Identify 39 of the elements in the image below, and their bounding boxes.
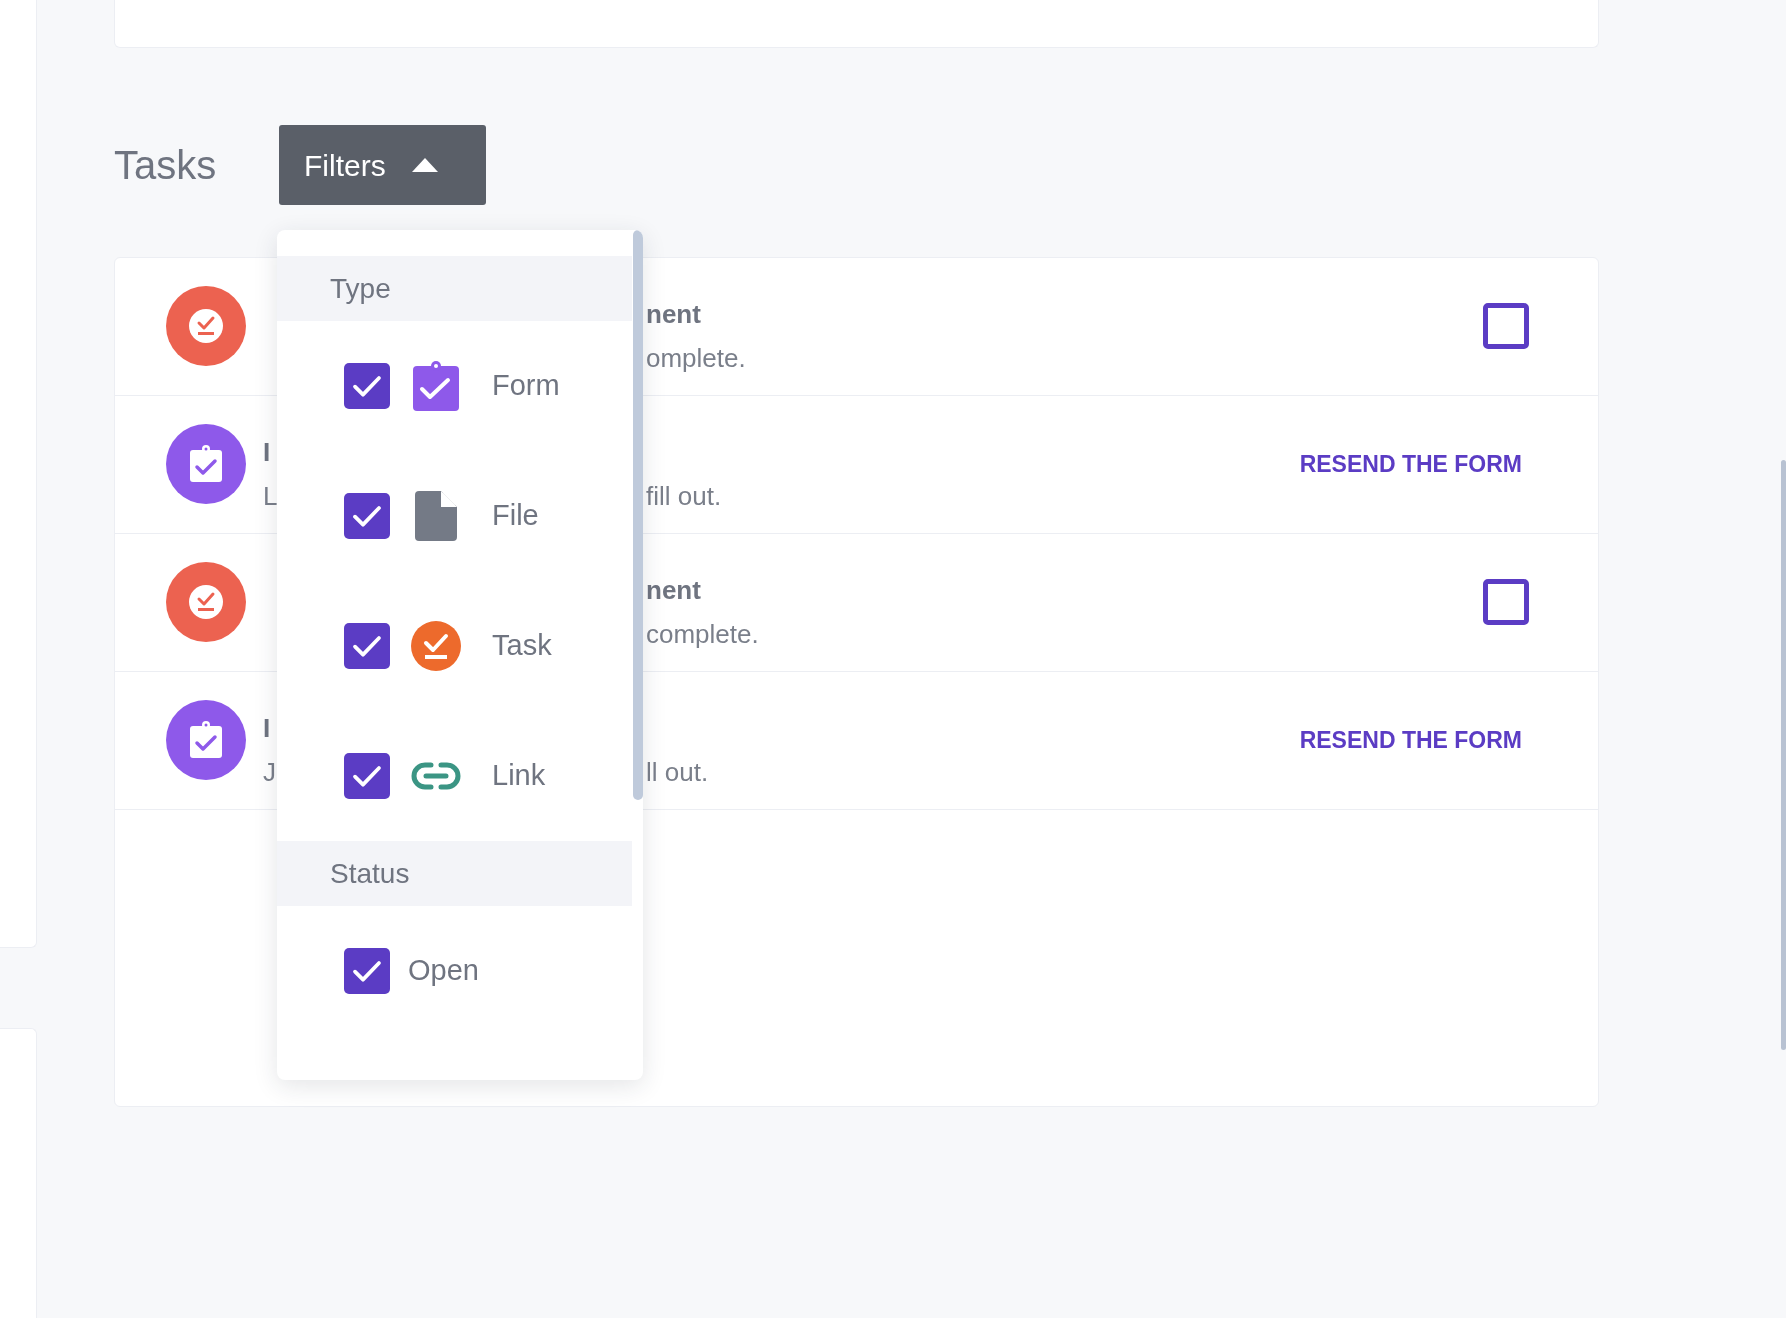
option-label[interactable]: File	[492, 494, 539, 538]
task-title: nent	[646, 574, 701, 607]
task-title: nent	[646, 298, 701, 331]
caret-icon	[411, 158, 438, 172]
check-circle-icon	[411, 621, 461, 671]
checkbox[interactable]	[344, 753, 390, 799]
resend-form-link[interactable]: RESEND THE FORM	[1299, 722, 1522, 758]
resend-form-link[interactable]: RESEND THE FORM	[1299, 446, 1522, 482]
section-header: Type	[277, 256, 632, 321]
checkbox[interactable]	[344, 623, 390, 669]
task-description: complete.	[646, 618, 759, 651]
checkbox[interactable]	[1483, 579, 1529, 625]
task-description: omplete.	[646, 342, 746, 375]
task-title: I	[263, 436, 271, 469]
checkbox[interactable]	[344, 493, 390, 539]
task-icon	[166, 562, 246, 642]
option-label[interactable]: Link	[492, 754, 546, 798]
scrollbar[interactable]	[1781, 460, 1786, 1050]
scrollbar[interactable]	[633, 230, 643, 800]
option-label[interactable]: Open	[408, 949, 479, 993]
option-label[interactable]: Form	[492, 364, 560, 408]
file-icon	[415, 491, 457, 541]
filters-button[interactable]: Filters	[279, 125, 486, 205]
task-description: L	[263, 480, 278, 513]
section-header: Status	[277, 841, 632, 906]
checkbox[interactable]	[344, 363, 390, 409]
task-description: J	[263, 756, 276, 789]
section-heading: Tasks	[114, 142, 218, 189]
task-description: fill out.	[646, 480, 722, 513]
checkbox[interactable]	[1483, 303, 1529, 349]
checkbox[interactable]	[344, 948, 390, 994]
form-icon	[166, 424, 246, 504]
form-icon	[166, 700, 246, 780]
option-label[interactable]: Task	[492, 624, 552, 668]
task-description: ll out.	[646, 756, 709, 789]
link-icon	[411, 762, 461, 790]
task-title: I	[263, 712, 271, 745]
task-icon	[166, 286, 246, 366]
clipboard-check-icon	[413, 361, 459, 411]
